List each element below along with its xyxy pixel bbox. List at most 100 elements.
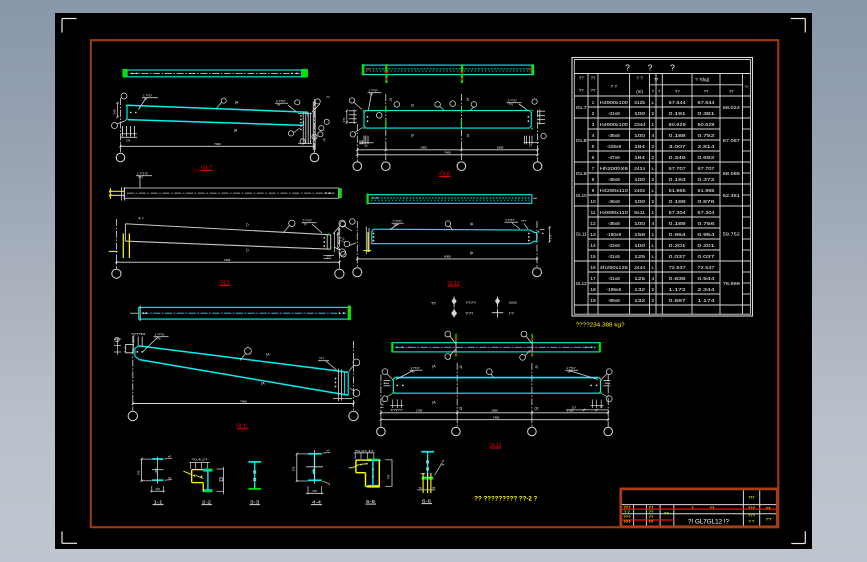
svg-text:-47x6: -47x6 [608,155,620,161]
svg-text:4: 4 [651,221,654,227]
svg-text:GL10: GL10 [576,193,588,198]
svg-text:2?0: 2?0 [292,466,296,471]
svg-text:4: 4 [592,133,595,139]
svg-text:??: ?? [664,511,669,516]
svg-text:51.965: 51.965 [669,188,686,194]
svg-text:(2|: (2| [535,406,539,410]
svg-text:0.201: 0.201 [669,243,686,249]
svg-text:10: 10 [590,199,596,205]
svg-text:|): |) [246,222,248,226]
svg-text:1700: 1700 [416,409,423,413]
svg-text:H4900x100: H4900x100 [600,122,628,128]
svg-text:???: ??? [748,513,756,518]
svg-text:51.965: 51.965 [698,188,715,194]
svg-text:??: ?? [579,88,584,93]
svg-text:!?: !? [509,311,515,316]
svg-text:|0: |0 [411,134,414,138]
svg-text:??: ?? [591,88,596,93]
svg-text:0|: 0| [460,406,463,410]
svg-text:3-3: 3-3 [250,500,260,505]
svg-text:=?: =? [327,450,330,453]
svg-text:??: ?? [729,89,734,94]
svg-text:|A: |A [266,353,270,357]
svg-text:?-??1?: ?-??1? [505,218,515,222]
svg-text:-180x8: -180x8 [606,232,621,238]
svg-text:76.999: 76.999 [723,281,740,287]
svg-text:?0,4?,1?: ?0,4?,1? [355,450,375,453]
svg-text:1?: 1? [365,144,368,148]
svg-text:?: ? [670,63,675,73]
svg-text:??: ?? [591,76,596,81]
svg-text:H4690x110: H4690x110 [600,210,628,216]
svg-text:6: 6 [592,155,595,161]
svg-text:??: ?? [766,506,771,511]
svg-text:6-6: 6-6 [422,499,432,504]
svg-text:1?0: 1?0 [155,487,160,491]
svg-text:? ?: ? ? [636,76,643,81]
svg-text:67.707: 67.707 [698,166,715,172]
svg-text:???: ??? [319,357,324,361]
svg-text:??|: ??| [509,103,513,107]
svg-text:2|: 2| [535,365,538,369]
svg-text:???: ??? [623,519,631,524]
svg-text:?'?: ?'? [766,517,772,522]
svg-text:2|: 2| [467,134,470,138]
svg-text:0.381: 0.381 [698,111,715,117]
svg-text:2: 2 [651,287,654,293]
svg-text:100: 100 [634,177,645,183]
svg-text:1?0: 1?0 [126,139,131,143]
svg-text:2: 2 [651,177,654,183]
svg-text:5-5: 5-5 [366,499,376,504]
svg-text:125: 125 [634,276,645,282]
svg-text:0.037: 0.037 [669,254,686,260]
svg-text:1: 1 [592,100,595,106]
svg-text:67.707: 67.707 [669,166,686,172]
svg-text:??: ?? [304,223,308,227]
svg-text:132: 132 [634,287,645,293]
svg-text:1: 1 [651,210,654,216]
svg-text:11: 11 [591,210,596,216]
svg-text:? ?(kg): ? ?(kg) [695,77,710,82]
svg-text:2.814: 2.814 [698,144,715,150]
svg-text:0.692: 0.692 [698,155,715,161]
svg-text:1.172: 1.172 [669,287,686,293]
svg-text:60.629: 60.629 [698,122,715,128]
svg-text:??!: ??! [465,311,473,316]
svg-text:4-4: 4-4 [312,500,322,505]
svg-text:???: ??? [138,176,143,180]
svg-text:16: 16 [590,265,596,271]
svg-text:60.629: 60.629 [669,122,686,128]
svg-text:1?0: 1?0 [137,470,141,475]
svg-text:0.191: 0.191 [669,111,686,117]
svg-text:3: 3 [592,122,595,128]
svg-text:GL9: GL9 [576,171,588,176]
svg-text:??: ?? [710,505,715,510]
svg-text:|A: |A [432,365,436,369]
svg-text:2|: 2| [466,98,469,102]
svg-text:7400: 7400 [493,416,500,420]
svg-text:14: 14 [590,243,596,249]
svg-text:1?|??: 1?|?? [391,408,404,412]
svg-text:15: 15 [590,254,596,260]
svg-text:2444: 2444 [634,265,645,271]
svg-text:??: ?? [745,85,749,89]
svg-text:(A: (A [235,100,239,104]
svg-text:0.944: 0.944 [698,276,715,282]
svg-text:7400: 7400 [444,151,451,155]
svg-text:1.174: 1.174 [698,298,715,304]
svg-text:1900: 1900 [420,146,427,150]
svg-text:2-2: 2-2 [202,500,212,505]
svg-text:0.752: 0.752 [698,133,715,139]
svg-text:2?0: 2?0 [549,234,553,239]
svg-text:????234.388 kg?: ????234.388 kg? [576,323,625,329]
svg-text:-36x8: -36x8 [608,221,620,227]
svg-text:67.087: 67.087 [723,138,740,144]
svg-text:|A: |A [470,222,474,226]
svg-text:? ?: ? ? [611,84,618,89]
svg-text:2402: 2402 [634,188,645,194]
svg-text:?? ????????? ??-2 ?: ?? ????????? ??-2 ? [474,495,537,502]
svg-text:??|?M: ??|?M [131,332,145,336]
svg-text:6000: 6000 [444,255,451,259]
svg-text:?: ? [658,89,661,94]
svg-text:1700: 1700 [567,409,574,413]
